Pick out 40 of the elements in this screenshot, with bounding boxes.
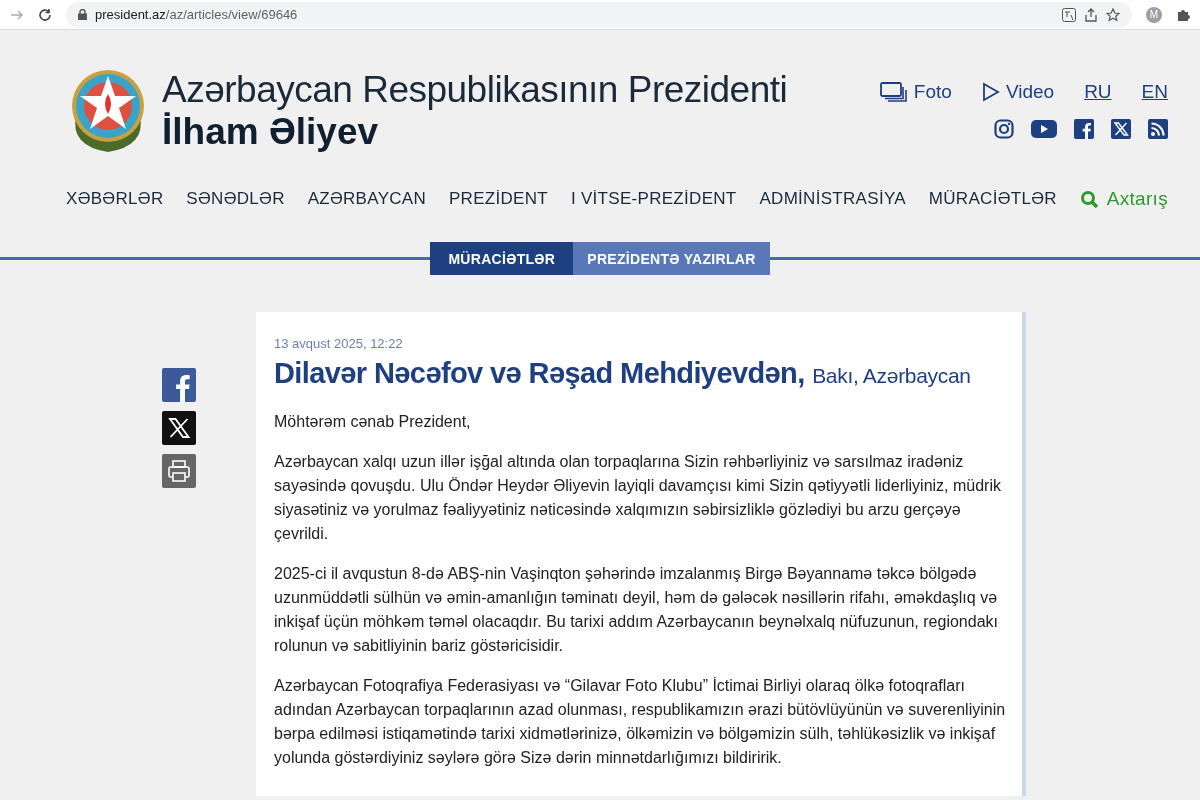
instagram-icon[interactable] (994, 119, 1014, 139)
video-link[interactable]: Video (981, 81, 1055, 103)
rss-icon[interactable] (1148, 119, 1168, 139)
section-tab[interactable]: MÜRACİƏTLƏR (430, 242, 574, 275)
x-share-icon[interactable] (162, 411, 196, 445)
address-bar[interactable]: president.az/az/articles/view/69646 (66, 1, 1132, 28)
language-link[interactable]: RU (1084, 81, 1112, 103)
nav-link[interactable]: XƏBƏRLƏR (66, 189, 164, 209)
nav-link[interactable]: MÜRACİƏTLƏR (928, 189, 1057, 209)
share-icon[interactable] (1084, 7, 1098, 22)
article-paragraph: Möhtərəm cənab Prezident, (274, 412, 472, 432)
lock-icon (78, 9, 87, 20)
reload-icon[interactable] (38, 7, 52, 22)
nav-link[interactable]: AZƏRBAYCAN (307, 189, 427, 209)
photos-icon (879, 82, 908, 102)
president-name: İlham Əliyev (162, 112, 380, 152)
nav-link[interactable]: I VİTSE-PREZİDENT (570, 189, 737, 209)
article-place: Bakı, Azərbaycan (812, 364, 971, 387)
star-icon[interactable] (1106, 7, 1120, 22)
article-paragraph: Azərbaycan xalqı uzun illər işğal altında olan torpaqlarına Sizin rəhbərliyiniz və sarsılmaz iradəniz sayəsində qovuşdu. Ulu Öndər Heydər Əliyevin layiqli davamçısı kimi Sizin qətiyyətli liderliyiniz, müdrik siyasətiniz və yorulmaz fəaliyyətiniz nəticəsində xalqımızın səbirsizliklə gözlədiyi bu arzu gerçəyə çevrildi. (274, 452, 1002, 544)
print-icon[interactable] (162, 454, 196, 488)
x-logo-icon[interactable] (1111, 119, 1131, 139)
photo-link[interactable]: Foto (879, 81, 952, 103)
article-paragraph: Azərbaycan Fotoqrafiya Federasiyası və “Gilavar Foto Klubu” İctimai Birliyi olaraq ölkə fotoqrafları adından Azərbaycan torpaqlarının azad olunması, respublikamızın ərazi bütövlüyünün və suverenliyinin bərpa edilməsi istiqamətində tarixi xidmətlərinizə, ölkəmizin və bölgəmizin sülh, təhlükəsizlik və inkişaf yolunda göstərdiyiniz səylərə görə Sizə dərin minnətdarlığımızı bildiririk. (274, 676, 1006, 768)
site-title: Azərbaycan Respublikasının Prezidenti (162, 68, 789, 112)
article-paragraph: 2025-ci il avqustun 8-də ABŞ-nin Vaşinqton şəhərində imzalanmış Birgə Bəyannamə təkcə bölgədə uzunmüddətli sülhün və əmin-amanlığın təminatı deyil, həm də gələcək nəsillərin rifahı, əməkdaşlıq və inkişaf üçün möhkəm təməl olacaqdır. Bu tarixi addım Azərbaycanın beynəlxalq nüfuzunun, regiondakı rolunun və sabitliyinin bariz göstəricisidir. (274, 564, 999, 656)
nav-link[interactable]: ADMİNİSTRASİYA (759, 189, 906, 209)
facebook-icon[interactable] (1074, 119, 1094, 139)
article-date: 13 avqust 2025, 12:22 (274, 336, 404, 351)
language-link[interactable]: EN (1141, 81, 1168, 103)
play-icon (981, 82, 1000, 102)
puzzle-icon[interactable] (1176, 7, 1190, 22)
section-tab[interactable]: PREZİDENTƏ YAZIRLAR (573, 242, 770, 275)
translate-icon[interactable] (1062, 7, 1076, 22)
nav-link[interactable]: SƏNƏDLƏR (186, 189, 285, 209)
nav-link[interactable]: PREZİDENT (448, 189, 548, 209)
search-icon (1079, 189, 1099, 209)
facebook-share-icon[interactable] (162, 368, 196, 402)
youtube-icon[interactable] (1031, 119, 1057, 139)
article-author: Dilavər Nəcəfov və Rəşad Mehdiyevdən, (274, 357, 805, 389)
